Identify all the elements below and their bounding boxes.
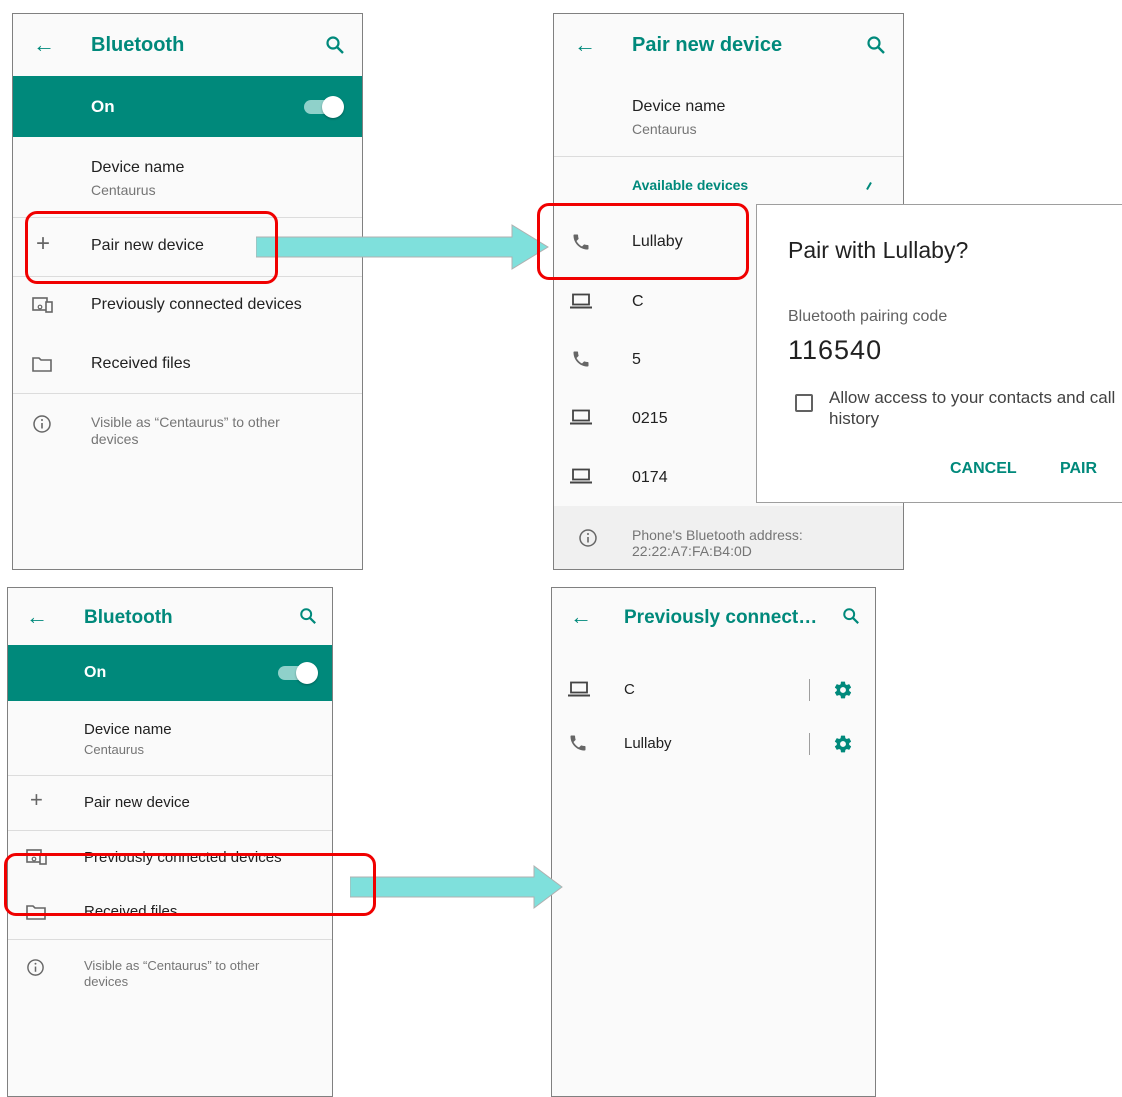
visible-as-text: Visible as “Centaurus” to other devices bbox=[91, 414, 280, 447]
back-arrow-icon[interactable]: ← bbox=[26, 606, 48, 628]
pair-dialog: Pair with Lullaby? Bluetooth pairing cod… bbox=[756, 204, 1122, 503]
device-name-row[interactable]: Device name Centaurus bbox=[13, 137, 362, 217]
app-bar: ← Bluetooth bbox=[13, 14, 362, 76]
info-icon bbox=[27, 959, 44, 976]
bluetooth-toggle-bar[interactable]: On bbox=[13, 76, 362, 137]
previously-connected-screen: ← Previously connect… C Lullaby bbox=[551, 587, 876, 1097]
flow-arrow-right-icon bbox=[256, 224, 549, 270]
bluetooth-screen: ← Bluetooth On Device name Centaurus + P… bbox=[7, 587, 333, 1097]
device-name-label: Device name bbox=[632, 98, 726, 115]
page-title: Bluetooth bbox=[84, 607, 173, 628]
bluetooth-screen: ← Bluetooth On Device name Centaurus + P… bbox=[12, 13, 363, 570]
app-bar: ← Pair new device bbox=[554, 14, 903, 76]
phone-icon bbox=[573, 351, 589, 367]
gear-icon[interactable] bbox=[833, 680, 853, 700]
info-icon bbox=[579, 529, 597, 547]
separator bbox=[809, 679, 810, 701]
laptop-icon bbox=[568, 681, 590, 697]
previously-connected-row[interactable]: Previously connected devices bbox=[13, 277, 362, 335]
device-row[interactable]: Lullaby bbox=[552, 718, 875, 772]
device-row[interactable]: C bbox=[552, 664, 875, 718]
plus-icon: + bbox=[30, 787, 43, 812]
gear-icon[interactable] bbox=[833, 734, 853, 754]
pair-new-device-row[interactable]: + Pair new device bbox=[8, 776, 332, 830]
available-devices-header: Available devices bbox=[632, 177, 749, 193]
device-name-value: Centaurus bbox=[632, 121, 697, 137]
divider bbox=[554, 156, 903, 157]
back-arrow-icon[interactable]: ← bbox=[570, 606, 592, 628]
phone-icon bbox=[570, 735, 586, 751]
page-title: Bluetooth bbox=[91, 34, 185, 56]
device-name: C bbox=[624, 681, 635, 698]
received-files-row[interactable]: Received files bbox=[13, 335, 362, 393]
device-name: C bbox=[632, 293, 644, 310]
device-name-row[interactable]: Device name Centaurus bbox=[8, 701, 332, 775]
device-name-row[interactable]: Device name Centaurus bbox=[554, 76, 903, 156]
back-arrow-icon[interactable]: ← bbox=[574, 34, 596, 56]
laptop-icon bbox=[570, 468, 592, 484]
previously-connected-label: Previously connected devices bbox=[91, 296, 302, 313]
bt-address-value: 22:22:A7:FA:B4:0D bbox=[632, 543, 752, 559]
laptop-icon bbox=[570, 293, 592, 309]
separator bbox=[809, 733, 810, 755]
bt-address-label: Phone's Bluetooth address: bbox=[632, 527, 803, 543]
device-name: 0174 bbox=[632, 469, 668, 486]
pairing-code-label: Bluetooth pairing code bbox=[788, 308, 948, 325]
app-bar: ← Bluetooth bbox=[8, 588, 332, 645]
on-label: On bbox=[84, 664, 107, 681]
visible-as-row: Visible as “Centaurus” to other devices bbox=[8, 940, 332, 1006]
search-icon[interactable] bbox=[866, 35, 886, 55]
laptop-icon bbox=[570, 409, 592, 425]
highlight-previously-connected bbox=[4, 853, 376, 916]
highlight-lullaby-device bbox=[537, 203, 749, 280]
device-name-label: Device name bbox=[84, 721, 172, 738]
search-icon[interactable] bbox=[299, 607, 317, 625]
search-icon[interactable] bbox=[842, 607, 860, 625]
pair-new-device-label: Pair new device bbox=[84, 794, 190, 811]
dialog-title: Pair with Lullaby? bbox=[788, 237, 969, 263]
device-name: Lullaby bbox=[624, 735, 672, 752]
visible-as-row: Visible as “Centaurus” to other devices bbox=[13, 394, 362, 464]
received-files-label: Received files bbox=[91, 355, 191, 372]
info-icon bbox=[33, 415, 51, 433]
scanning-indicator bbox=[866, 182, 872, 190]
folder-icon bbox=[32, 357, 52, 372]
device-name-value: Centaurus bbox=[91, 182, 156, 198]
highlight-pair-new-device bbox=[25, 211, 278, 284]
device-name-value: Centaurus bbox=[84, 742, 144, 757]
page-title: Pair new device bbox=[632, 34, 783, 56]
contacts-access-checkbox[interactable] bbox=[795, 394, 813, 412]
device-name: 5 bbox=[632, 351, 641, 368]
cancel-button[interactable]: CANCEL bbox=[950, 460, 1017, 478]
contacts-access-label: Allow access to your contacts and call h… bbox=[829, 388, 1116, 428]
on-label: On bbox=[91, 97, 115, 116]
app-bar: ← Previously connect… bbox=[552, 588, 875, 645]
visible-as-text: Visible as “Centaurus” to other devices bbox=[84, 958, 260, 989]
device-name: 0215 bbox=[632, 410, 668, 427]
device-name-label: Device name bbox=[91, 159, 185, 176]
bluetooth-switch[interactable] bbox=[278, 662, 318, 684]
pair-button[interactable]: PAIR bbox=[1060, 460, 1097, 478]
bluetooth-toggle-bar[interactable]: On bbox=[8, 645, 332, 701]
search-icon[interactable] bbox=[325, 35, 345, 55]
bt-address-row: Phone's Bluetooth address: 22:22:A7:FA:B… bbox=[554, 506, 903, 569]
pairing-code: 116540 bbox=[788, 335, 883, 365]
back-arrow-icon[interactable]: ← bbox=[33, 34, 55, 56]
bluetooth-switch[interactable] bbox=[304, 96, 344, 118]
page-title: Previously connect… bbox=[624, 607, 818, 628]
devices-icon bbox=[32, 297, 53, 313]
flow-arrow-right-icon bbox=[350, 865, 563, 909]
